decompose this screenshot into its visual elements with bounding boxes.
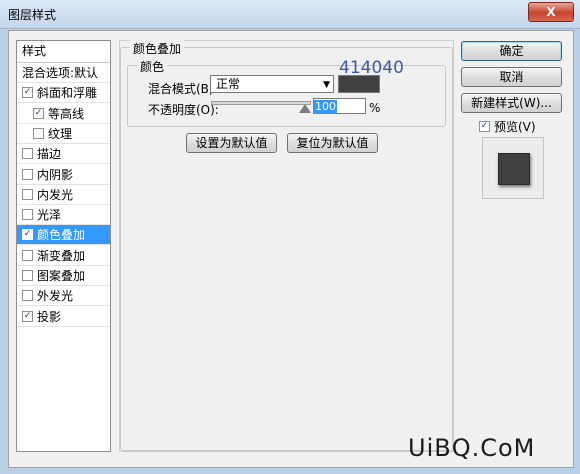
style-item-label: 纹理 [48,126,73,141]
style-item[interactable]: 描边 [17,144,110,165]
style-list-header[interactable]: 样式 [17,41,110,63]
style-preview [482,137,544,199]
opacity-input[interactable]: 100 [313,98,366,114]
hex-annotation: 414040 [339,58,404,78]
blend-mode-value: 正常 [216,77,241,91]
style-item-label: 等高线 [48,106,85,121]
style-item[interactable]: 光泽 [17,205,110,226]
style-item[interactable]: 内阴影 [17,165,110,185]
style-item[interactable]: 混合选项:默认 [17,63,110,83]
style-item-checkbox[interactable]: ✓ [22,87,33,99]
style-item-label: 光泽 [37,208,62,223]
new-style-button[interactable]: 新建样式(W)... [461,93,562,113]
style-item-label: 颜色叠加 [37,228,86,243]
ok-button[interactable]: 确定 [461,41,562,61]
style-item-checkbox[interactable] [22,249,33,261]
style-item-checkbox[interactable] [22,209,33,221]
style-item[interactable]: ✓ 颜色叠加 [17,225,110,246]
style-item-label: 混合选项:默认 [22,66,99,80]
reset-to-default-button[interactable]: 复位为默认值 [287,133,378,153]
style-item[interactable]: ✓ 斜面和浮雕 [17,83,110,104]
style-item-checkbox[interactable] [22,148,33,160]
blend-mode-select[interactable]: 正常 ▼ [210,75,334,93]
style-item[interactable]: ✓ 投影 [17,307,110,327]
style-item[interactable]: 图案叠加 [17,266,110,286]
style-item[interactable]: ✓ 等高线 [17,104,110,124]
style-item-label: 内发光 [37,187,74,202]
preview-checkbox[interactable]: ✓ [479,121,490,132]
style-item-label: 外发光 [37,289,74,304]
preview-option[interactable]: ✓ 预览(V) [479,118,536,135]
style-item-label: 斜面和浮雕 [37,86,98,101]
blend-mode-label: 混合模式(B): [148,82,218,96]
color-subgroup-title: 颜色 [137,58,168,75]
title-bar: 图层样式 X [0,0,580,29]
cancel-button[interactable]: 取消 [461,67,562,87]
opacity-value: 100 [314,100,337,114]
style-item-checkbox[interactable] [22,188,33,200]
style-list: 样式 混合选项:默认 ✓ 斜面和浮雕 ✓ 等高线纹理描边内阴影内发光光泽 ✓ 颜色叠加渐变叠… [16,40,111,452]
style-item-label: 内阴影 [37,167,74,182]
style-item[interactable]: 外发光 [17,286,110,307]
style-item-label: 投影 [37,309,62,324]
opacity-label: 不透明度(O): [148,103,219,117]
window-title: 图层样式 [8,8,57,22]
style-item-checkbox[interactable]: ✓ [22,310,33,322]
style-item-label: 图案叠加 [37,269,86,283]
style-item-label: 渐变叠加 [37,248,86,263]
style-item-checkbox[interactable]: ✓ [33,107,44,119]
style-item-checkbox[interactable] [22,270,33,281]
style-item-checkbox[interactable] [22,290,33,302]
opacity-slider-thumb[interactable] [299,104,311,113]
chevron-down-icon: ▼ [323,80,330,90]
opacity-unit: % [369,101,381,115]
close-button[interactable]: X [528,2,574,22]
color-overlay-title: 颜色叠加 [130,40,185,57]
style-item[interactable]: 渐变叠加 [17,246,110,266]
preview-swatch [498,153,530,185]
preview-label: 预览(V) [494,120,536,134]
style-item-checkbox[interactable]: ✓ [22,229,33,241]
style-item[interactable]: 纹理 [17,124,110,144]
set-as-default-button[interactable]: 设置为默认值 [186,133,277,153]
style-item-checkbox[interactable] [22,168,33,180]
opacity-slider-track[interactable] [211,101,311,105]
style-item-label: 描边 [37,147,62,162]
style-item-checkbox[interactable] [33,127,44,139]
dialog-body: 样式 混合选项:默认 ✓ 斜面和浮雕 ✓ 等高线纹理描边内阴影内发光光泽 ✓ 颜色叠加渐变叠… [8,30,574,468]
style-item[interactable]: 内发光 [17,185,110,205]
watermark: UiBQ.CoM [408,434,536,462]
